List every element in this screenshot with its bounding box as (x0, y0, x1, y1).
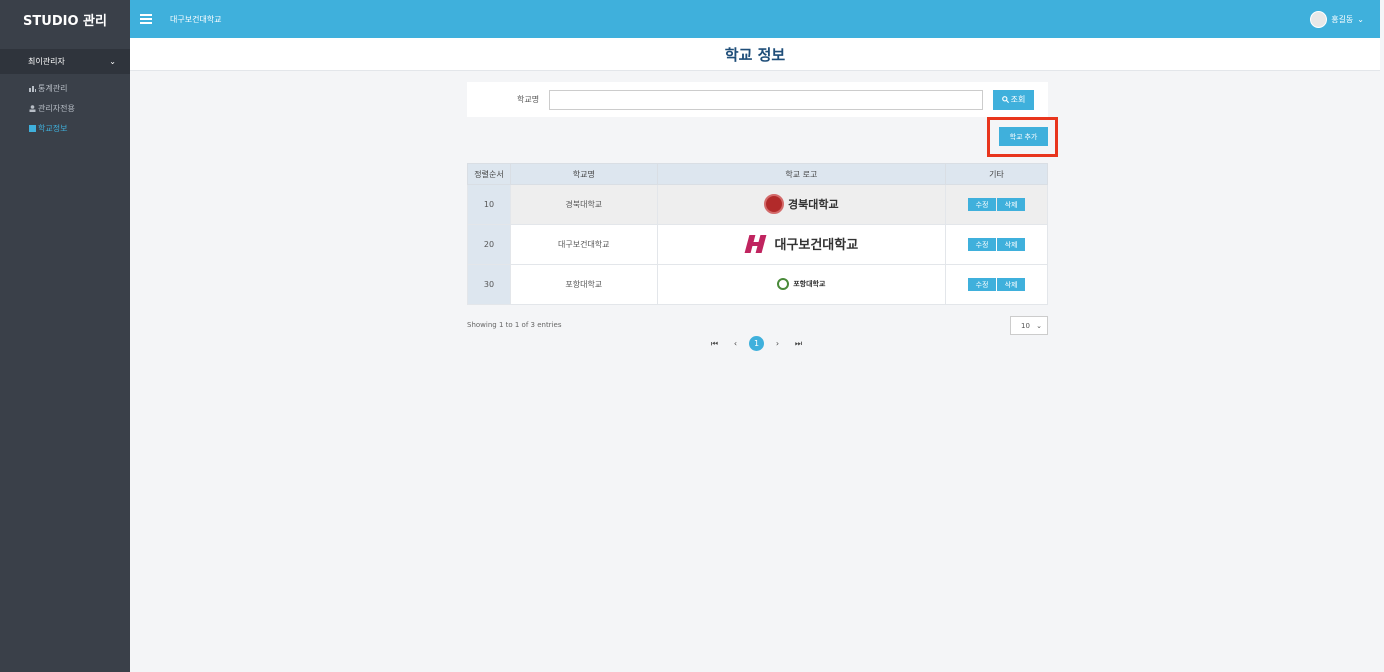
school-logo: 경북대학교 (656, 184, 947, 225)
brand-title: STUDIO 관리 (23, 13, 107, 29)
pagination: ⏮ ‹ 1 › ⏭ (707, 336, 806, 351)
page-number[interactable]: 1 (749, 336, 764, 351)
search-button-label: 조회 (1010, 95, 1026, 104)
current-school: 대구보건대학교 (170, 14, 222, 24)
user-menu[interactable]: 홍길동 ⌄ (1310, 11, 1364, 28)
add-school-button[interactable]: 학교 추가 (999, 127, 1048, 146)
table-row[interactable]: 20 대구보건대학교 대구보건대학교 수정 삭제 (467, 224, 1048, 265)
page-size-select[interactable]: 10 ⌄ (1010, 316, 1048, 335)
row-order: 30 (467, 264, 511, 305)
sidebar-item-admin[interactable]: 관리자전용 (0, 98, 130, 118)
delete-button[interactable]: 삭제 (997, 198, 1026, 211)
sidebar: STUDIO 관리 최이관리자 ⌄ 통계관리 관리자전용 학교정보 (0, 0, 130, 672)
school-icon (29, 124, 36, 132)
school-logo: 대구보건대학교 (656, 224, 947, 265)
knu-emblem-icon (764, 193, 785, 214)
sidebar-item-stats[interactable]: 통계관리 (0, 78, 130, 98)
edit-button[interactable]: 수정 (968, 198, 997, 211)
sidebar-item-label: 학교정보 (38, 123, 68, 133)
table-row[interactable]: 10 경북대학교 경북대학교 수정 삭제 (467, 184, 1048, 225)
user-name: 홍길동 (1331, 15, 1354, 24)
next-page-icon[interactable]: › (770, 336, 785, 351)
row-name: 대구보건대학교 (509, 224, 658, 265)
first-page-icon[interactable]: ⏮ (707, 336, 722, 351)
chevron-down-icon: ⌄ (109, 57, 116, 66)
table-row[interactable]: 30 포항대학교 포항대학교 수정 삭제 (467, 264, 1048, 305)
row-order: 10 (467, 184, 511, 225)
search-input[interactable] (549, 89, 983, 110)
entries-info: Showing 1 to 1 of 3 entries (467, 321, 562, 329)
topbar: 대구보건대학교 홍길동 ⌄ (130, 0, 1380, 38)
col-name[interactable]: 학교명 (509, 163, 658, 185)
sidebar-item-label: 통계관리 (38, 83, 68, 93)
page-title: 학교 정보 (724, 45, 786, 64)
col-etc: 기타 (945, 163, 1048, 185)
row-order: 20 (467, 224, 511, 265)
sidebar-item-school[interactable]: 학교정보 (0, 118, 130, 138)
chevron-down-icon: ⌄ (1357, 15, 1364, 24)
prev-page-icon[interactable]: ‹ (728, 336, 743, 351)
search-panel: 학교명 조회 (467, 82, 1048, 117)
search-label: 학교명 (517, 95, 540, 104)
search-button[interactable]: 조회 (993, 89, 1034, 110)
logo-text: 포항대학교 (793, 279, 826, 288)
col-logo[interactable]: 학교 로고 (656, 163, 947, 185)
menu-icon[interactable] (140, 14, 152, 24)
edit-button[interactable]: 수정 (968, 238, 997, 251)
logo-text: 경북대학교 (788, 197, 839, 211)
dhc-emblem-icon (744, 233, 770, 255)
search-icon (1001, 96, 1009, 103)
school-logo: 포항대학교 (656, 264, 947, 305)
school-table: 정렬순서 학교명 학교 로고 기타 10 경북대학교 경북대학교 수정 삭제 2… (467, 163, 1048, 305)
row-name: 포항대학교 (509, 264, 658, 305)
chevron-down-icon: ⌄ (1036, 321, 1042, 330)
logo-text: 대구보건대학교 (774, 238, 859, 253)
sidebar-item-label: 관리자전용 (38, 103, 75, 113)
delete-button[interactable]: 삭제 (997, 238, 1026, 251)
col-order[interactable]: 정렬순서 (467, 163, 511, 185)
avatar (1310, 11, 1328, 28)
delete-button[interactable]: 삭제 (997, 278, 1026, 291)
row-name: 경북대학교 (509, 184, 658, 225)
chart-icon (29, 85, 36, 92)
page-size-value: 10 (1021, 321, 1030, 330)
sidebar-group-admin[interactable]: 최이관리자 ⌄ (0, 49, 130, 74)
last-page-icon[interactable]: ⏭ (791, 336, 806, 351)
user-icon (29, 104, 36, 112)
sidebar-group-label: 최이관리자 (28, 57, 65, 66)
edit-button[interactable]: 수정 (968, 278, 997, 291)
title-bar: 학교 정보 (130, 38, 1380, 71)
phu-emblem-icon (777, 277, 790, 290)
